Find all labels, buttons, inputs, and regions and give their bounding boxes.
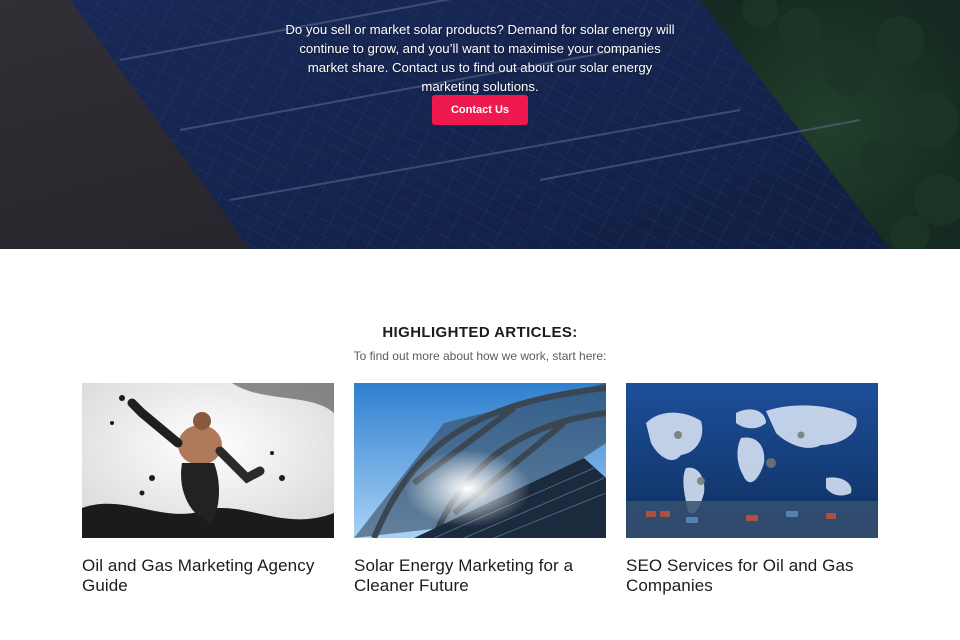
hero-description: Do you sell or market solar products? De… <box>285 22 675 94</box>
article-card: Solar Energy Marketing for a Cleaner Fut… <box>354 383 606 596</box>
article-card: SEO Services for Oil and Gas Companies <box>626 383 878 596</box>
section-subheading: To find out more about how we work, star… <box>353 349 607 363</box>
solar-panel-canopy-image[interactable] <box>354 383 606 538</box>
article-title[interactable]: SEO Services for Oil and Gas Companies <box>626 556 878 596</box>
world-map-port-image[interactable] <box>626 383 878 538</box>
article-title[interactable]: Oil and Gas Marketing Agency Guide <box>82 556 334 596</box>
section-heading: HIGHLIGHTED ARTICLES: <box>382 324 578 341</box>
man-splashing-oil-image[interactable] <box>82 383 334 538</box>
article-title[interactable]: Solar Energy Marketing for a Cleaner Fut… <box>354 556 606 596</box>
article-card: Oil and Gas Marketing Agency Guide <box>82 383 334 596</box>
hero-banner: Do you sell or market solar products? De… <box>0 0 960 249</box>
contact-us-button[interactable]: Contact Us <box>432 95 528 125</box>
